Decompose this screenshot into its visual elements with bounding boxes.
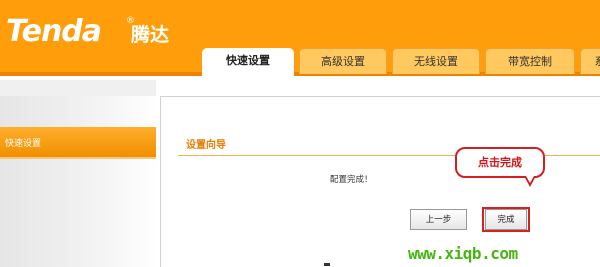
brand-logo: Tenda [6, 14, 102, 49]
sidebar-item-quick-setup[interactable]: 快速设置 [0, 127, 156, 159]
callout-pointer-fill [526, 176, 534, 183]
tab-advanced-settings[interactable]: 高级设置 [299, 48, 387, 74]
tab-bandwidth-control[interactable]: 带宽控制 [485, 48, 575, 74]
tab-wireless-settings[interactable]: 无线设置 [392, 48, 480, 74]
previous-step-button[interactable]: 上一步 [410, 209, 467, 230]
sidebar-item-label: 快速设置 [5, 139, 42, 149]
watermark: www.xiqb.com [408, 244, 518, 263]
divider-mark [324, 263, 330, 266]
brand-name-cn: 腾达 [131, 24, 170, 46]
section-title: 设置向导 [186, 140, 226, 151]
sidebar: 快速设置 [0, 80, 156, 267]
status-message: 配置完成！ [330, 175, 373, 185]
finish-button[interactable]: 完成 [485, 209, 527, 230]
tab-quick-setup[interactable]: 快速设置 [202, 48, 294, 78]
tab-system[interactable]: 系 [580, 48, 600, 74]
click-finish-callout: 点击完成 [455, 147, 545, 178]
